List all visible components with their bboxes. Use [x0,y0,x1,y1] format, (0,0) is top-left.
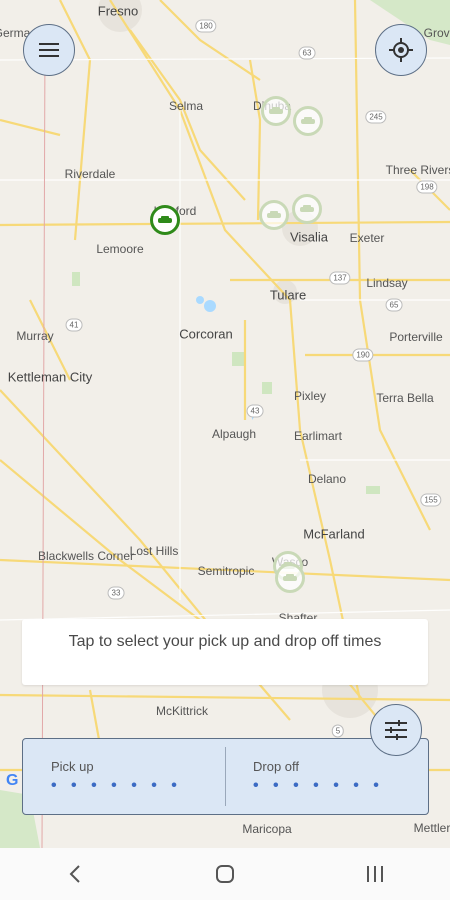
vehicle-marker[interactable] [292,194,322,224]
nav-home-button[interactable] [195,854,255,894]
place-label: Lemoore [96,242,144,256]
route-shield: 41 [65,318,83,332]
car-icon [269,107,283,114]
place-label: Grove [423,26,450,40]
map-attribution-logo: G [6,772,19,789]
place-label: Terra Bella [376,391,434,405]
route-shield: 33 [107,586,125,600]
nav-back-button[interactable] [45,854,105,894]
place-label: Three Rivers [385,163,450,177]
place-label: Visalia [289,229,329,245]
trip-times-panel: Pick up • • • • • • • Drop off • • • • •… [22,738,429,815]
vehicle-marker[interactable] [259,200,289,230]
route-shield: 245 [365,110,387,124]
route-shield: 65 [385,298,403,312]
system-nav-bar [0,848,450,900]
place-label: Pixley [293,389,327,403]
vehicle-marker[interactable] [275,563,305,593]
car-icon [267,211,281,218]
my-location-icon [389,38,413,62]
place-label: Murray [16,329,54,343]
filter-button[interactable] [370,704,422,756]
place-label: Delano [307,472,347,486]
dropoff-label: Drop off [253,759,300,774]
route-shield: 43 [246,404,264,418]
place-label: Mettler [413,821,450,835]
vehicle-marker[interactable] [293,106,323,136]
car-icon [301,117,315,124]
dropoff-value: • • • • • • • [253,777,384,794]
recents-icon [367,866,383,882]
car-icon [158,216,172,223]
route-shield: 137 [329,271,351,285]
place-label: Blackwells Corner [37,549,135,563]
nav-recents-button[interactable] [345,854,405,894]
car-icon [283,574,297,581]
pickup-time-field[interactable]: Pick up • • • • • • • [23,739,225,814]
pickup-value: • • • • • • • [51,777,182,794]
place-label: McKittrick [156,704,208,718]
pickup-label: Pick up [51,759,94,774]
route-shield: 180 [195,19,217,33]
place-label: Kettleman City [7,369,93,385]
place-label: Fresno [97,3,139,19]
place-label: Semitropic [197,564,255,578]
route-shield: 190 [352,348,374,362]
place-label: Earlimart [293,429,343,443]
back-icon [69,865,80,883]
car-icon [300,205,314,212]
place-label: Exeter [349,231,385,245]
vehicle-marker-selected[interactable] [150,205,180,235]
place-label: Alpaugh [211,427,257,441]
route-shield: 155 [420,493,442,507]
place-label: Lost Hills [129,544,179,558]
menu-icon [39,43,59,57]
vehicle-marker[interactable] [261,96,291,126]
place-label: Maricopa [242,822,292,836]
place-label: Lindsay [366,276,408,290]
home-icon [216,865,234,883]
place-label: Selma [168,99,204,113]
place-label: McFarland [303,526,365,542]
place-label: Corcoran [179,326,233,342]
place-label: Riverdale [64,167,116,181]
tune-icon [385,720,407,740]
instruction-banner[interactable]: Tap to select your pick up and drop off … [22,619,428,685]
my-location-button[interactable] [375,24,427,76]
place-label: Tulare [269,287,307,303]
route-shield: 63 [298,46,316,60]
place-label: Porterville [389,330,443,344]
app-screen: Fresno Selma Dinuba Riverdale Hanford Le… [0,0,450,900]
instruction-text: Tap to select your pick up and drop off … [68,633,382,650]
menu-button[interactable] [23,24,75,76]
route-shield: 198 [416,180,438,194]
